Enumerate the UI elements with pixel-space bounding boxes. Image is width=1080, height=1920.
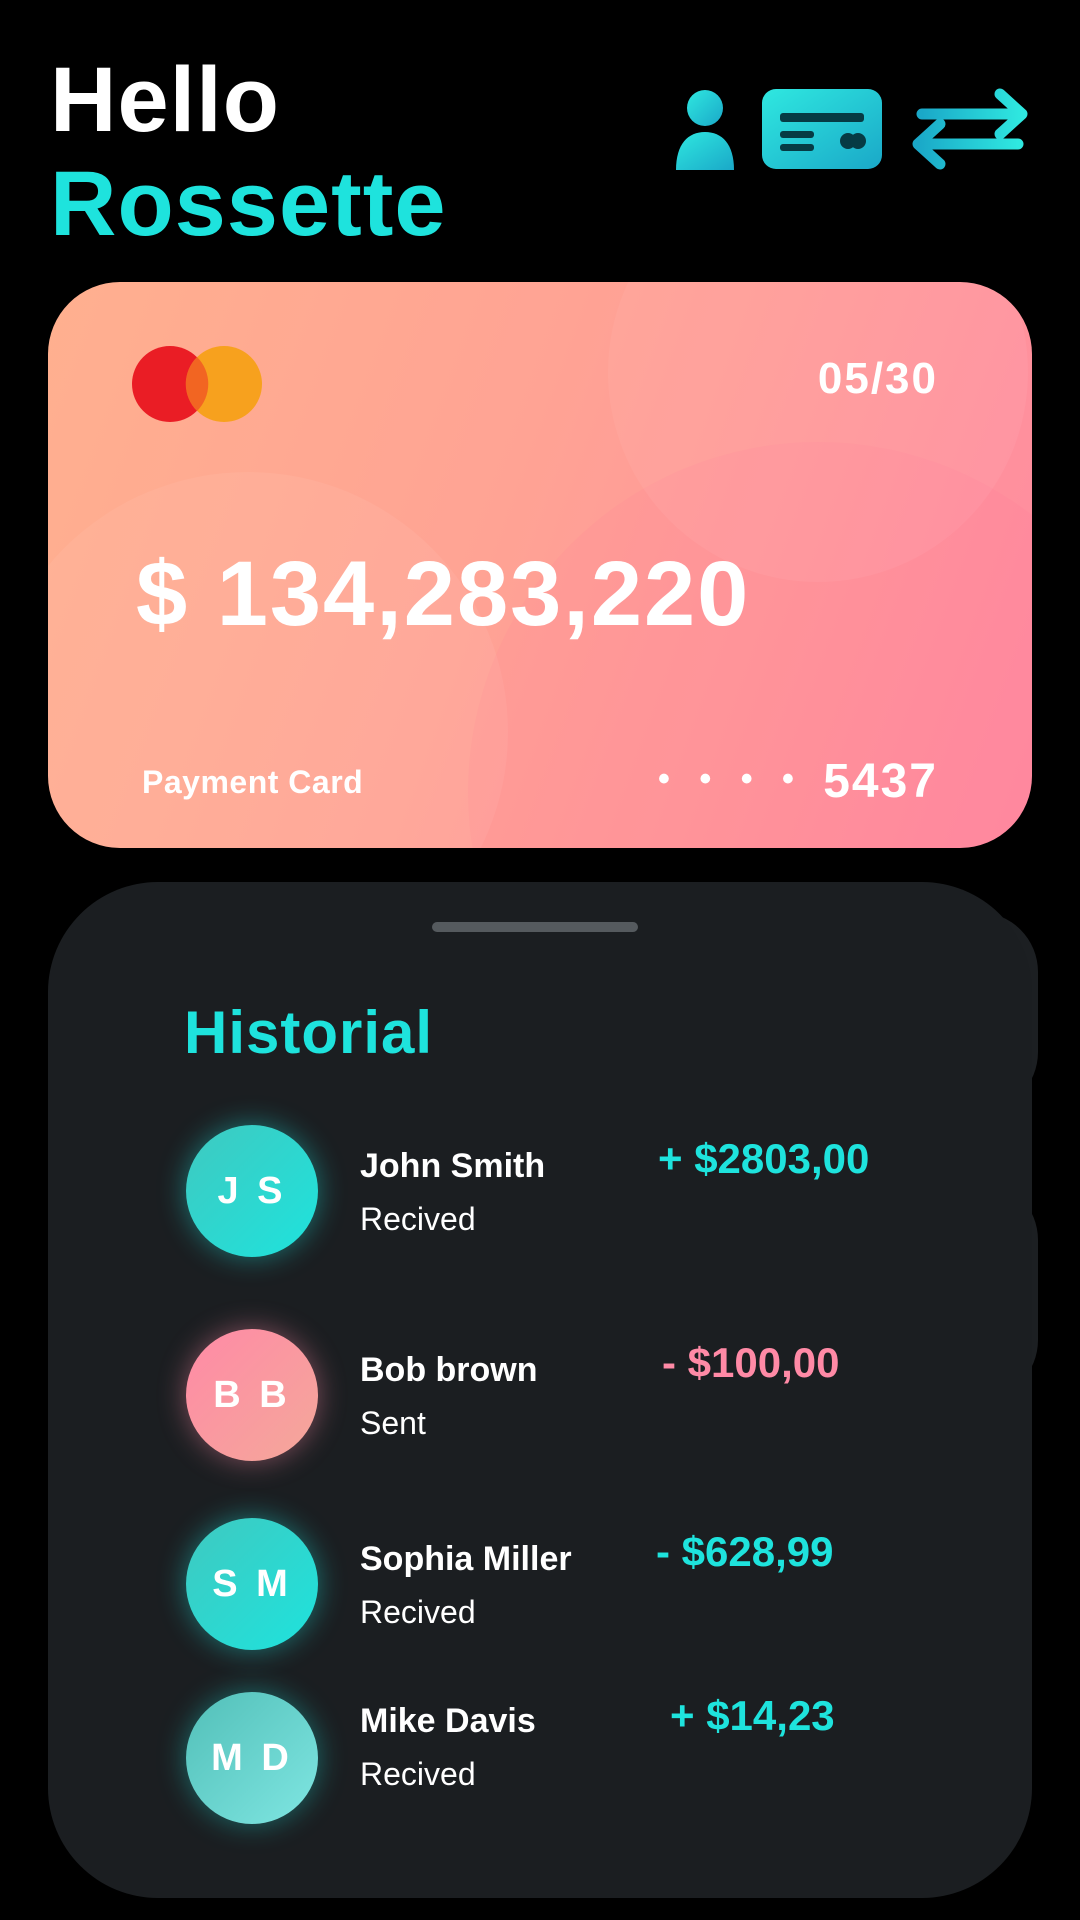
user-icon — [676, 90, 734, 170]
transaction-row[interactable]: M D Mike Davis Recived + $14,23 — [186, 1692, 1006, 1824]
transaction-status: Recived — [360, 1756, 476, 1792]
transaction-amount: + $14,23 — [670, 1692, 835, 1739]
app-screen: Hello Rossette 05/30 $ 134,283,220 Payme… — [0, 0, 1080, 1920]
transaction-status: Recived — [360, 1594, 476, 1630]
transaction-row[interactable]: B B Bob brown Sent - $100,00 — [186, 1329, 1006, 1461]
transaction-amount: - $100,00 — [662, 1339, 840, 1386]
transfer-button[interactable] — [908, 88, 1032, 170]
transaction-amount: + $2803,00 — [658, 1135, 870, 1182]
transaction-name: Sophia Miller — [360, 1540, 572, 1578]
greeting: Hello Rossette — [50, 50, 447, 258]
credit-card-icon — [762, 89, 882, 169]
avatar: M D — [186, 1692, 318, 1824]
card-expiry: 05/30 — [817, 354, 938, 403]
header-actions — [674, 88, 1032, 170]
payment-card[interactable]: 05/30 $ 134,283,220 Payment Card • • • •… — [48, 282, 1032, 848]
history-title: Historial — [184, 999, 434, 1066]
card-masked-digits: • • • • — [658, 760, 804, 798]
transfer-arrows-icon — [912, 88, 1028, 170]
avatar: S M — [186, 1518, 318, 1650]
transaction-name: Mike Davis — [360, 1702, 536, 1740]
transaction-status: Sent — [360, 1405, 426, 1441]
card-last-four: 5437 — [823, 755, 938, 808]
profile-button[interactable] — [674, 88, 736, 170]
card-balance: $ 134,283,220 — [136, 543, 751, 645]
avatar: B B — [186, 1329, 318, 1461]
greeting-hello: Hello — [50, 49, 280, 151]
transaction-amount: - $628,99 — [656, 1528, 834, 1575]
greeting-user-name: Rossette — [50, 153, 447, 255]
transaction-name: Bob brown — [360, 1351, 538, 1389]
mastercard-logo — [132, 346, 262, 422]
transaction-status: Recived — [360, 1201, 476, 1237]
card-label: Payment Card — [142, 764, 364, 800]
transaction-name: John Smith — [360, 1147, 546, 1185]
drag-handle[interactable] — [432, 922, 638, 932]
transaction-row[interactable]: S M Sophia Miller Recived - $628,99 — [186, 1518, 1006, 1650]
avatar: J S — [186, 1125, 318, 1257]
cards-button[interactable] — [762, 89, 882, 169]
transaction-row[interactable]: J S John Smith Recived + $2803,00 — [186, 1125, 1006, 1257]
